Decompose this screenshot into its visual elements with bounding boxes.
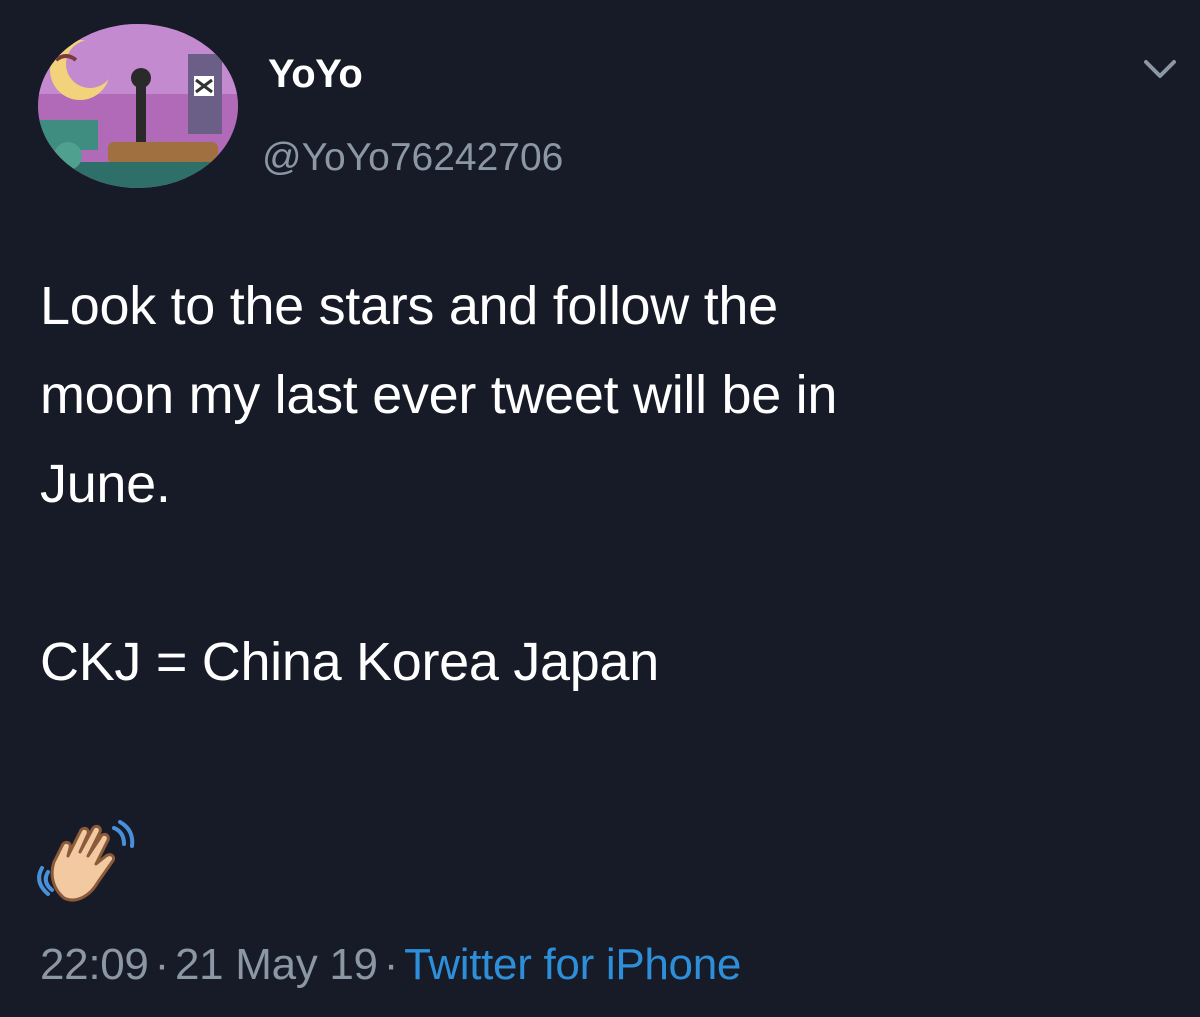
tweet-card: YoYo @YoYo76242706 Look to the stars and… (0, 0, 1200, 1017)
tweet-time[interactable]: 22:09 (40, 940, 149, 989)
tweet-date[interactable]: 21 May 19 (175, 940, 378, 989)
avatar[interactable] (38, 24, 238, 188)
chevron-down-icon[interactable] (1136, 50, 1184, 90)
tweet-text: Look to the stars and follow the moon my… (40, 276, 838, 692)
display-name[interactable]: YoYo (268, 52, 363, 97)
tweet-meta: 22:09 · 21 May 19 · Twitter for iPhone (40, 940, 741, 990)
tweet-source-link[interactable]: Twitter for iPhone (404, 940, 741, 989)
meta-separator: · (383, 940, 399, 989)
avatar-image (38, 24, 238, 188)
user-handle[interactable]: @YoYo76242706 (262, 136, 563, 180)
meta-separator: · (154, 940, 170, 989)
waving-hand-icon (34, 818, 138, 910)
